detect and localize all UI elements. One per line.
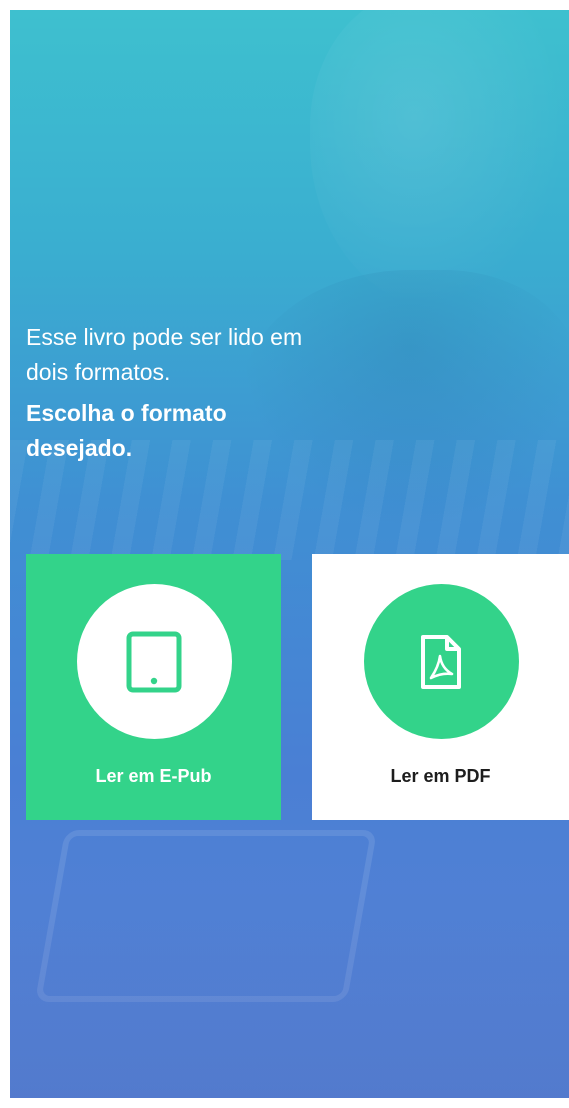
intro-line-2: dois formatos. <box>26 359 171 385</box>
read-epub-button[interactable]: Ler em E-Pub <box>26 554 281 820</box>
read-pdf-button[interactable]: Ler em PDF <box>312 554 569 820</box>
epub-label: Ler em E-Pub <box>95 766 212 786</box>
epub-icon-circle <box>76 584 232 739</box>
intro-line-1: Esse livro pode ser lido em <box>26 324 303 350</box>
app-frame: Esse livro pode ser lido em dois formato… <box>0 0 569 1108</box>
background-photo-face <box>310 10 569 310</box>
tablet-icon <box>126 631 182 692</box>
format-choice-screen: Esse livro pode ser lido em dois formato… <box>10 10 569 1098</box>
pdf-icon-circle <box>363 584 519 739</box>
pdf-file-icon <box>421 634 461 689</box>
pdf-label: Ler em PDF <box>390 766 491 786</box>
background-photo-laptop <box>34 830 378 1002</box>
intro-instruction-2: desejado. <box>26 435 133 461</box>
intro-instruction-1: Escolha o formato <box>26 400 227 426</box>
background-shade <box>10 890 569 1098</box>
intro-text: Esse livro pode ser lido em dois formato… <box>26 320 406 466</box>
